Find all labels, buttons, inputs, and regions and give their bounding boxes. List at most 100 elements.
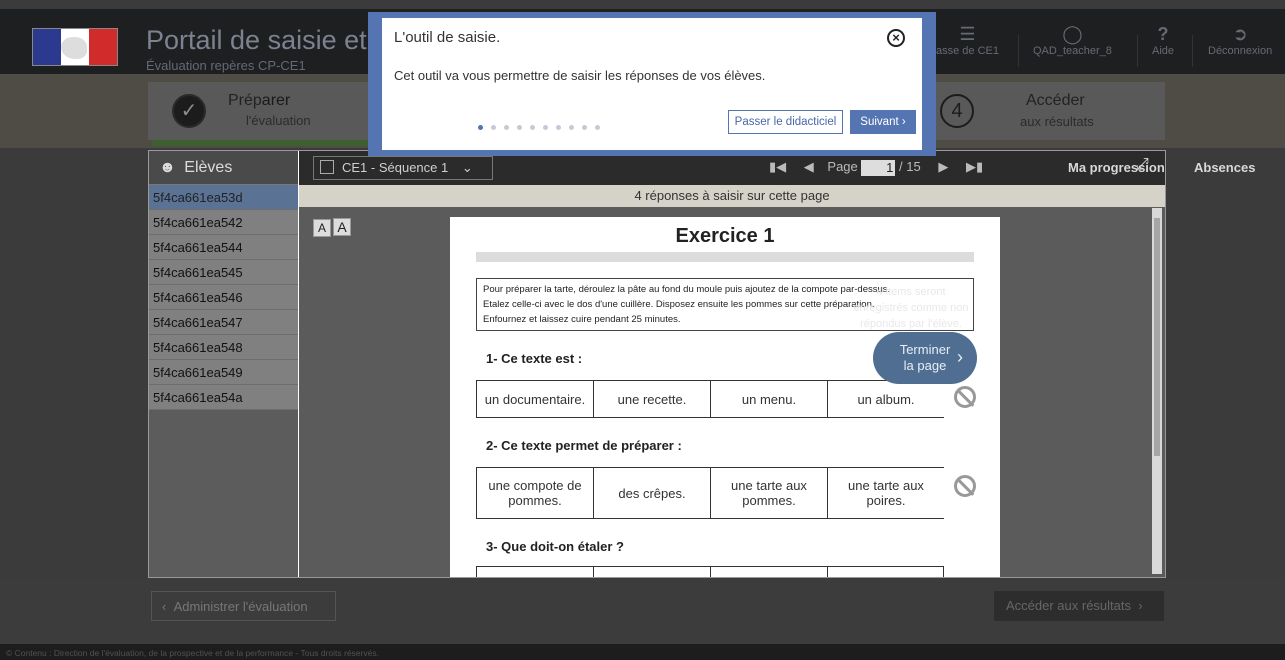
header-divider — [1192, 35, 1193, 67]
user-label: QAD_teacher_8 — [1033, 45, 1112, 57]
tutorial-dot[interactable] — [543, 125, 548, 130]
step-prepare-subtitle: l'évaluation — [246, 113, 311, 128]
student-item[interactable]: 5f4ca661ea542 — [149, 210, 298, 235]
chevron-right-icon: › — [1131, 598, 1143, 613]
republic-logo — [32, 28, 118, 66]
tutorial-title: L'outil de saisie. — [394, 29, 501, 46]
logout-icon: ➲ — [1232, 24, 1248, 44]
tutorial-dot[interactable] — [517, 125, 522, 130]
tutorial-popup: L'outil de saisie. × Cet outil va vous p… — [368, 12, 936, 156]
scrollbar-thumb[interactable] — [1154, 218, 1160, 456]
question-3-options — [476, 566, 1000, 577]
exercise-area: AA Exercice 1 Pour préparer la tarte, dé… — [299, 207, 1165, 577]
logout-button[interactable]: ➲ Déconnexion — [1208, 23, 1272, 57]
tutorial-dot[interactable] — [530, 125, 535, 130]
chevron-left-icon: ‹ — [162, 599, 174, 614]
step-number-badge: 4 — [940, 94, 974, 128]
chevron-right-icon: › — [957, 347, 963, 367]
tutorial-pointer — [647, 139, 669, 150]
no-answer-icon[interactable] — [954, 475, 976, 497]
tutorial-dot[interactable] — [595, 125, 600, 130]
student-item[interactable]: 5f4ca661ea544 — [149, 235, 298, 260]
question-2-options: une compote de pommes. des crêpes. une t… — [476, 467, 1000, 519]
back-button[interactable]: ‹ Administrer l'évaluation — [151, 591, 336, 621]
finish-page-button[interactable]: Terminer la page › — [873, 332, 977, 384]
student-item[interactable]: 5f4ca661ea54a — [149, 385, 298, 410]
page-navigation: ▮◀ ◀ Page 1 / 15 ▶ ▶▮ — [769, 159, 983, 176]
step-prepare-title: Préparer — [228, 92, 291, 109]
tutorial-dot[interactable] — [556, 125, 561, 130]
answer-option[interactable] — [476, 566, 593, 577]
students-header: ☻ Elèves — [149, 151, 298, 185]
student-item[interactable]: 5f4ca661ea547 — [149, 310, 298, 335]
students-sidebar: ☻ Elèves 5f4ca661ea53d 5f4ca661ea542 5f4… — [149, 151, 298, 577]
answer-option[interactable]: des crêpes. — [593, 467, 710, 519]
answer-option[interactable]: un menu. — [710, 380, 827, 418]
tutorial-dot[interactable] — [504, 125, 509, 130]
step-results-subtitle: aux résultats — [1020, 114, 1094, 129]
page-input[interactable]: 1 — [861, 160, 896, 176]
next-page-icon[interactable]: ▶ — [938, 159, 948, 174]
user-menu[interactable]: ◯ QAD_teacher_8 — [1033, 23, 1112, 57]
book-icon — [320, 160, 334, 174]
absences-link[interactable]: Absences — [1194, 160, 1255, 175]
expand-icon[interactable]: ⤢ — [1136, 156, 1149, 174]
copyright-footer: © Contenu : Direction de l'évaluation, d… — [0, 644, 1285, 660]
answer-option[interactable] — [593, 566, 710, 577]
no-answer-icon[interactable] — [954, 386, 976, 408]
question-2: 2- Ce texte permet de préparer : — [486, 438, 682, 453]
answer-option[interactable]: un album. — [827, 380, 944, 418]
page-label: Page — [827, 159, 858, 174]
class-icon: ☰ — [959, 24, 976, 44]
zoom-controls: AA — [313, 218, 353, 237]
first-page-icon[interactable]: ▮◀ — [769, 159, 786, 174]
tutorial-dot[interactable] — [569, 125, 574, 130]
unanswered-info: 4 items seront enregistrés comme non rép… — [853, 286, 969, 330]
student-item[interactable]: 5f4ca661ea548 — [149, 335, 298, 360]
exercise-sheet: Exercice 1 Pour préparer la tarte, dérou… — [450, 217, 1000, 577]
help-label: Aide — [1152, 45, 1175, 57]
tutorial-step-dots — [478, 117, 608, 135]
help-icon: ? — [1157, 24, 1169, 44]
student-item[interactable]: 5f4ca661ea546 — [149, 285, 298, 310]
answer-option[interactable]: une compote de pommes. — [476, 467, 593, 519]
last-page-icon[interactable]: ▶▮ — [966, 159, 983, 174]
check-icon: ✓ — [172, 94, 206, 128]
page-scrollbar[interactable] — [1152, 208, 1162, 574]
answer-option[interactable]: une recette. — [593, 380, 710, 418]
prev-page-icon[interactable]: ◀ — [804, 159, 814, 174]
tutorial-dot[interactable] — [491, 125, 496, 130]
student-item[interactable]: 5f4ca661ea549 — [149, 360, 298, 385]
student-item[interactable]: 5f4ca661ea545 — [149, 260, 298, 285]
zoom-small-button[interactable]: A — [313, 219, 331, 237]
help-button[interactable]: ? Aide — [1152, 23, 1174, 57]
app-subtitle: Évaluation repères CP-CE1 — [146, 58, 306, 73]
chevron-down-icon: ⌄ — [461, 160, 473, 175]
answer-option[interactable] — [827, 566, 944, 577]
exercise-title: Exercice 1 — [675, 225, 775, 247]
answer-option[interactable]: une tarte aux poires. — [827, 467, 944, 519]
tutorial-dot[interactable] — [478, 125, 483, 130]
logout-label: Déconnexion — [1208, 45, 1273, 57]
results-button[interactable]: Accéder aux résultats › — [994, 591, 1164, 621]
answer-option[interactable] — [710, 566, 827, 577]
progress-link[interactable]: Ma progression — [1068, 160, 1165, 175]
answer-option[interactable]: une tarte aux pommes. — [710, 467, 827, 519]
class-selector[interactable]: ☰ asse de CE1 — [936, 23, 999, 57]
header-divider — [1018, 35, 1019, 67]
sequence-select[interactable]: CE1 - Séquence 1 ⌄ — [313, 156, 493, 180]
zoom-large-button[interactable]: A — [333, 218, 351, 236]
tutorial-dot[interactable] — [582, 125, 587, 130]
step-results-title: Accéder — [1026, 92, 1085, 109]
header-divider — [1137, 35, 1138, 67]
student-item[interactable]: 5f4ca661ea53d — [149, 185, 298, 210]
class-label: asse de CE1 — [936, 45, 999, 57]
tutorial-next-button[interactable]: Suivant › — [850, 110, 916, 134]
close-icon[interactable]: × — [887, 29, 905, 47]
answer-option[interactable]: un documentaire. — [476, 380, 593, 418]
user-icon: ◯ — [1062, 24, 1083, 44]
skip-tutorial-button[interactable]: Passer le didacticiel — [728, 110, 843, 134]
tutorial-content: L'outil de saisie. × Cet outil va vous p… — [382, 18, 922, 150]
question-1-options: un documentaire. une recette. un menu. u… — [476, 380, 1000, 418]
question-3: 3- Que doit-on étaler ? — [486, 539, 624, 554]
